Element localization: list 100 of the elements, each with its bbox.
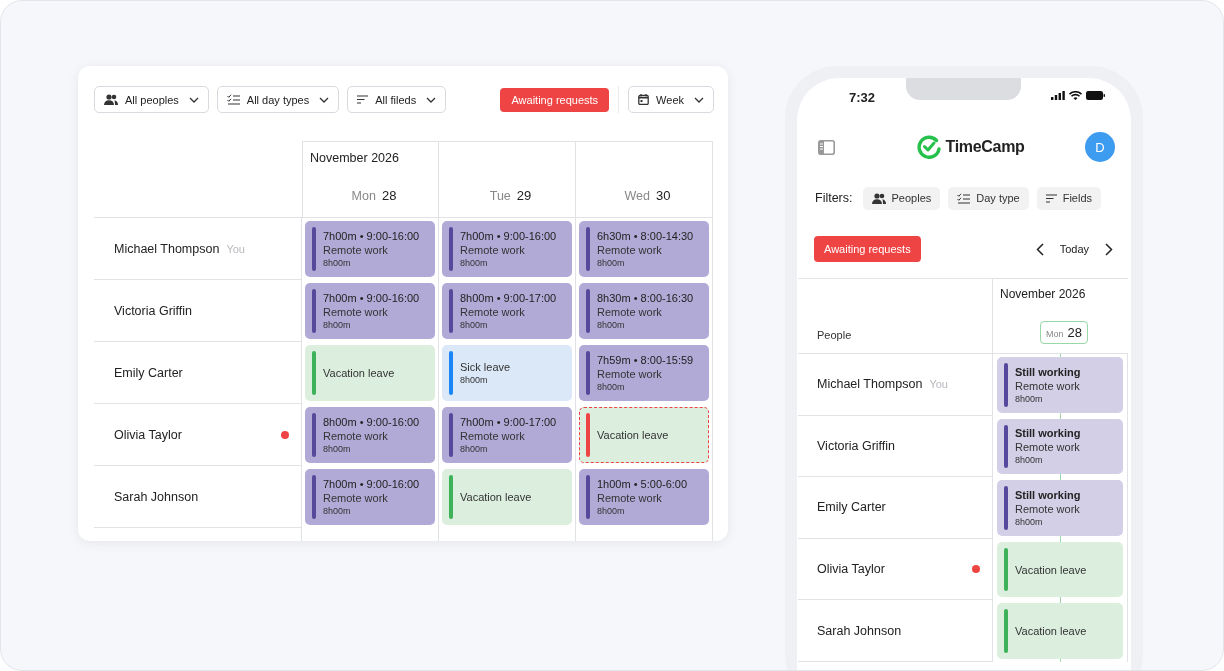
entry-card[interactable]: 8h00m • 9:00-17:00 Remote work 8h00m <box>442 283 572 339</box>
entry-hours: 8h00m <box>460 444 489 454</box>
checklist-icon <box>226 94 240 105</box>
entry-card[interactable]: Vacation leave <box>442 469 572 525</box>
entry-card[interactable]: 7h00m • 9:00-16:00 Remote work 8h00m <box>305 221 435 277</box>
person-name: Victoria Griffin <box>114 303 193 318</box>
filters-label: Filters: <box>815 191 853 205</box>
entry-title: Still working <box>1015 489 1081 501</box>
entry-title: 7h00m • 9:00-16:00 <box>323 292 420 304</box>
signal-icon <box>1051 91 1065 100</box>
entry-title: 8h00m • 9:00-16:00 <box>323 416 420 428</box>
filter-dropdown[interactable]: All day types <box>216 86 340 113</box>
entry-type: Remote work <box>460 306 526 318</box>
entry-type: Vacation leave <box>1015 563 1087 576</box>
month-label: November 2026 <box>1000 287 1086 302</box>
entry-type: Remote work <box>323 492 389 504</box>
person-name: Sarah Johnson <box>817 623 902 638</box>
entry-type: Sick leave <box>460 361 511 373</box>
entry-card[interactable]: 8h00m • 9:00-16:00 Remote work 8h00m <box>305 407 435 463</box>
entry-type: Remote work <box>597 492 663 504</box>
chevron-down-icon <box>188 96 199 103</box>
entry-hours: 8h00m <box>597 506 626 516</box>
entry-type: Remote work <box>1015 441 1081 454</box>
wifi-icon <box>1069 91 1082 100</box>
person-name: Emily Carter <box>114 365 183 380</box>
filter-chip[interactable]: Day type <box>948 186 1029 210</box>
entry-title: Still working <box>1015 365 1081 378</box>
chevron-left-icon <box>1035 242 1044 256</box>
filter-chip[interactable]: Fields <box>1036 186 1102 210</box>
entry-hours: 8h00m <box>323 444 352 454</box>
entry-type: Vacation leave <box>1015 625 1087 638</box>
person-name: Emily Carter <box>817 500 886 515</box>
awaiting-requests-button[interactable]: Awaiting requests <box>500 87 610 112</box>
entry-hours: 8h00m <box>460 258 489 268</box>
entry-hours: 8h00m <box>323 320 352 330</box>
entry-title: 7h00m • 9:00-16:00 <box>460 230 557 242</box>
person-name: Olivia Taylor <box>817 562 885 577</box>
entry-type: Remote work <box>323 306 389 318</box>
entry-card[interactable]: 8h30m • 8:00-16:30 Remote work 8h00m <box>579 283 709 339</box>
entry-card[interactable]: 6h30m • 8:00-14:30 Remote work 8h00m <box>579 221 709 277</box>
entry-card[interactable]: 7h59m • 8:00-15:59 Remote work 8h00m <box>579 345 709 401</box>
date-number: 28 <box>381 188 397 203</box>
logo-icon <box>917 135 942 159</box>
weekday-label: Wed <box>624 189 650 203</box>
entry-title: 7h00m • 9:00-16:00 <box>323 478 420 490</box>
entry-card[interactable]: 7h00m • 9:00-16:00 Remote work 8h00m <box>442 221 572 277</box>
entry-hours: 8h00m <box>1015 455 1044 466</box>
filter-dropdown[interactable]: All peoples <box>94 86 209 113</box>
person-name: Victoria Griffin <box>817 438 896 453</box>
entry-card[interactable]: Sick leave 8h00m <box>442 345 572 401</box>
chevron-right-icon <box>1105 242 1113 256</box>
entry-hours: 8h00m <box>460 320 489 330</box>
entry-card[interactable]: Still working Remote work 8h00m <box>997 480 1123 536</box>
entry-card[interactable]: 7h00m • 9:00-16:00 Remote work 8h00m <box>305 283 435 339</box>
filter-dropdown[interactable]: All fileds <box>347 86 447 113</box>
weekday-label: Mon <box>351 189 376 203</box>
entry-type: Remote work <box>597 368 663 380</box>
entry-card[interactable]: Vacation leave <box>997 541 1123 598</box>
entry-title: 8h00m • 9:00-17:00 <box>460 292 557 304</box>
entry-card[interactable]: Vacation leave <box>579 407 709 463</box>
calendar-icon <box>638 94 650 105</box>
person-name: Olivia Taylor <box>114 427 182 442</box>
people-icon <box>871 192 886 204</box>
chevron-down-icon <box>319 96 330 103</box>
entry-title: 7h00m • 9:00-16:00 <box>323 230 420 242</box>
entry-hours: 8h00m <box>323 506 352 516</box>
entry-title: 1h00m • 5:00-6:00 <box>597 478 688 490</box>
view-dropdown[interactable]: Week <box>628 86 714 113</box>
entry-card[interactable]: Still working Remote work 8h00m <box>997 418 1123 475</box>
chevron-down-icon <box>426 96 437 103</box>
sort-lines-icon <box>357 95 369 104</box>
entry-type: Remote work <box>460 430 526 442</box>
entry-card[interactable]: Vacation leave <box>305 345 435 401</box>
entry-card[interactable]: 7h00m • 9:00-16:00 Remote work 8h00m <box>305 469 435 525</box>
people-icon <box>104 94 118 105</box>
entry-type: Remote work <box>323 244 389 256</box>
entry-card[interactable]: 1h00m • 5:00-6:00 Remote work 8h00m <box>579 469 709 525</box>
you-label: You <box>929 378 948 391</box>
entry-type: Remote work <box>460 244 526 256</box>
entry-hours: 8h00m <box>597 382 626 392</box>
date-number: 29 <box>516 188 532 203</box>
entry-title: 6h30m • 8:00-14:30 <box>597 230 694 242</box>
entry-type: Vacation leave <box>323 367 395 379</box>
checklist-icon <box>957 192 971 204</box>
entry-type: Remote work <box>1015 379 1081 392</box>
status-time: 7:32 <box>849 90 876 105</box>
entry-hours: 8h00m <box>1015 517 1044 527</box>
entry-type: Remote work <box>597 306 663 318</box>
entry-card[interactable]: Still working Remote work 8h00m <box>997 357 1123 413</box>
entry-title: 7h59m • 8:00-15:59 <box>597 354 694 366</box>
entry-hours: 8h00m <box>460 375 489 385</box>
today-button[interactable]: Today <box>1047 243 1101 255</box>
entry-card[interactable]: Vacation leave <box>997 603 1123 659</box>
awaiting-requests-button[interactable]: Awaiting requests <box>814 236 921 262</box>
day-button[interactable]: Mon 28 <box>1040 321 1088 344</box>
column-heading: People <box>817 329 852 341</box>
sidebar-icon <box>818 139 835 155</box>
weekday-label: Tue <box>489 189 511 203</box>
filter-chip[interactable]: Peoples <box>862 186 941 210</box>
entry-card[interactable]: 7h00m • 9:00-17:00 Remote work 8h00m <box>442 407 572 463</box>
